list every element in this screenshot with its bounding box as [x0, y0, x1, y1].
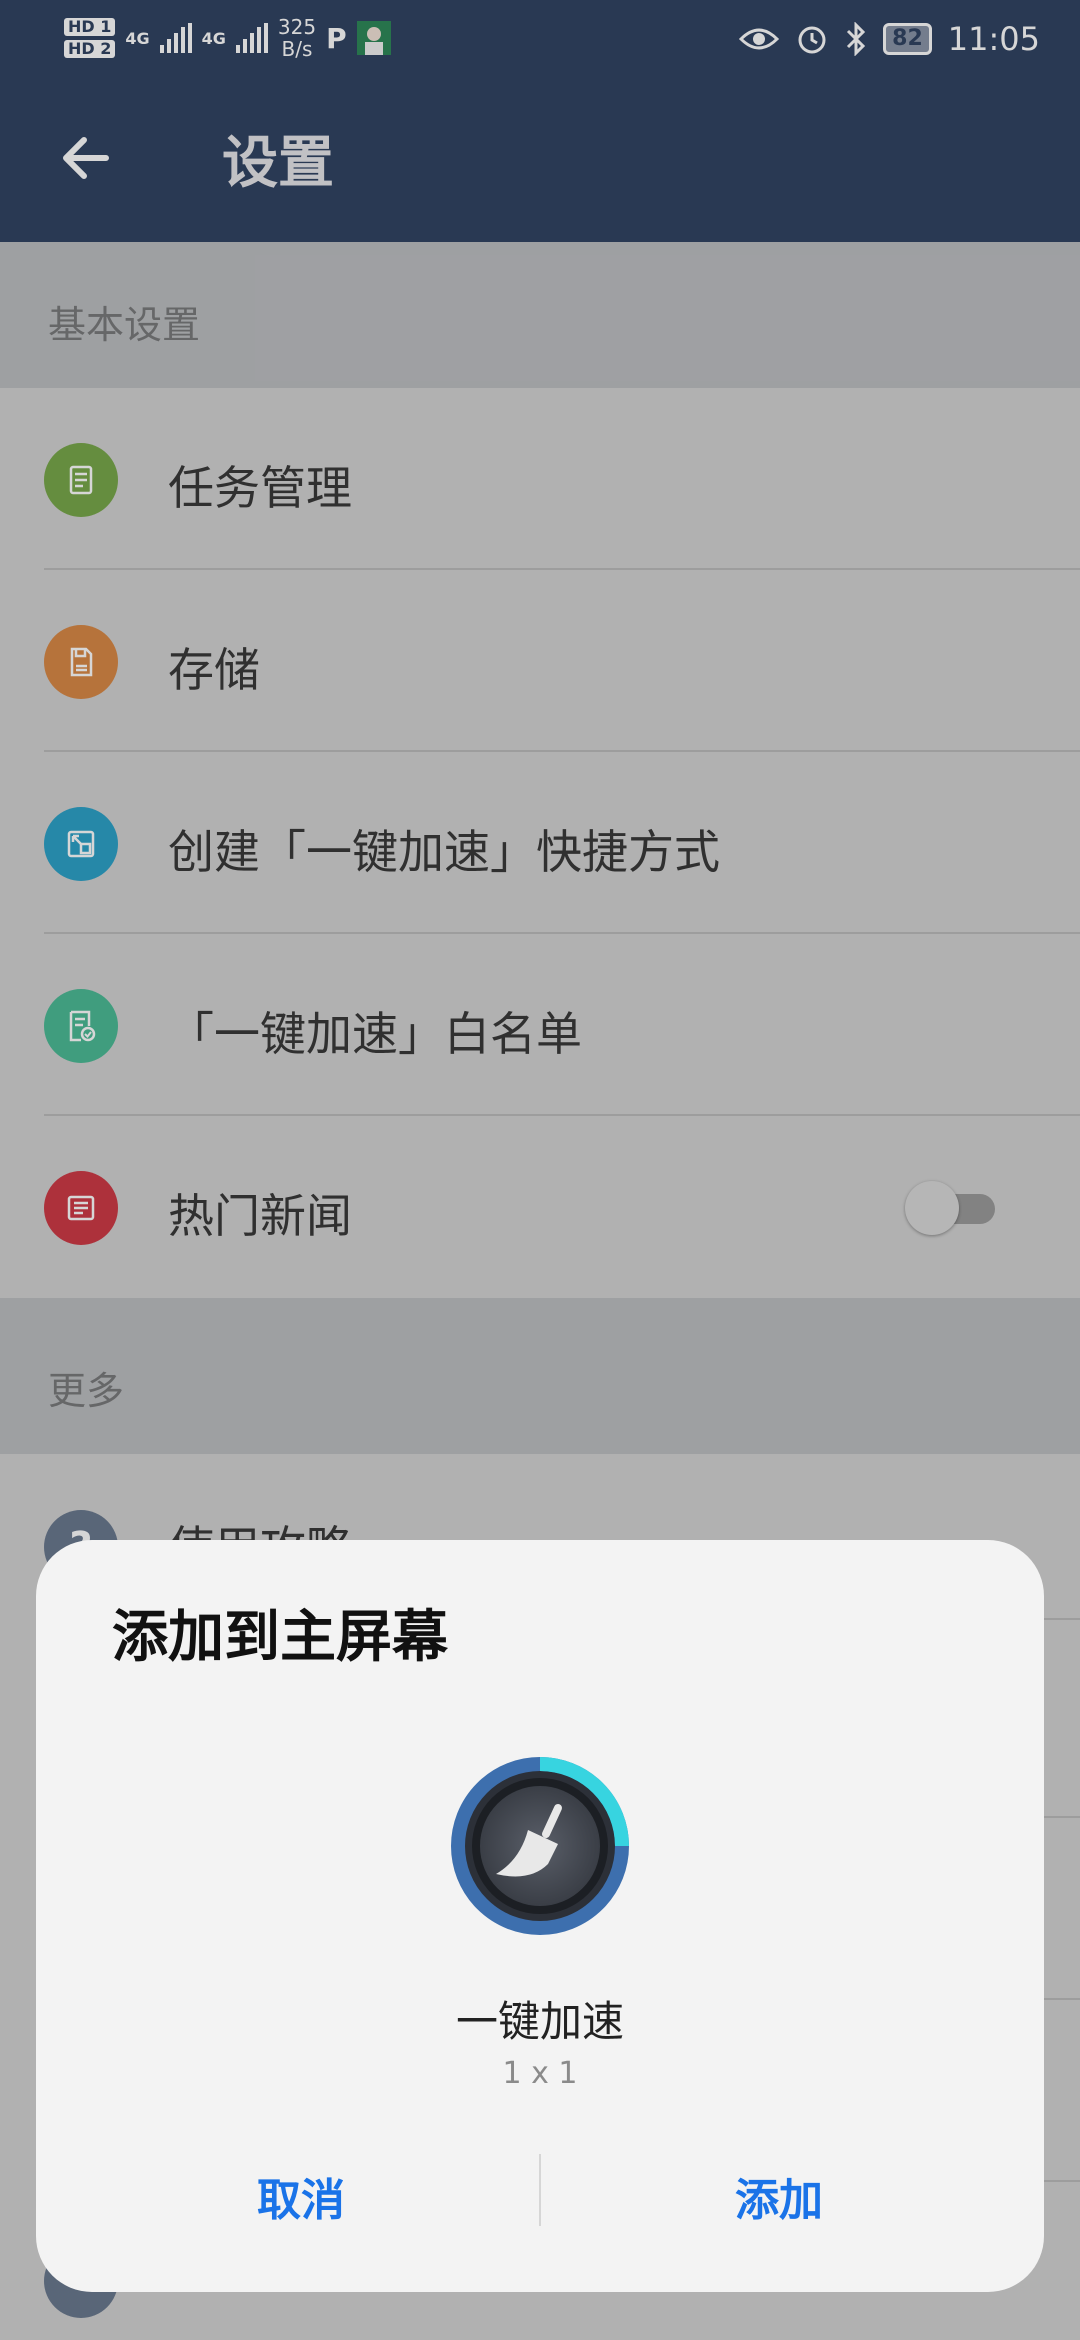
button-divider	[539, 2154, 541, 2226]
broom-boost-icon	[451, 1757, 629, 1935]
add-button[interactable]: 添加	[544, 2152, 1014, 2250]
cancel-button[interactable]: 取消	[66, 2152, 536, 2250]
widget-size: 1 x 1	[502, 2056, 578, 2091]
widget-name: 一键加速	[455, 1997, 624, 2046]
add-to-home-dialog: 添加到主屏幕 一键加速 1 x 1 取消 添加	[36, 1540, 1044, 2292]
dialog-title: 添加到主屏幕	[112, 1605, 448, 1670]
